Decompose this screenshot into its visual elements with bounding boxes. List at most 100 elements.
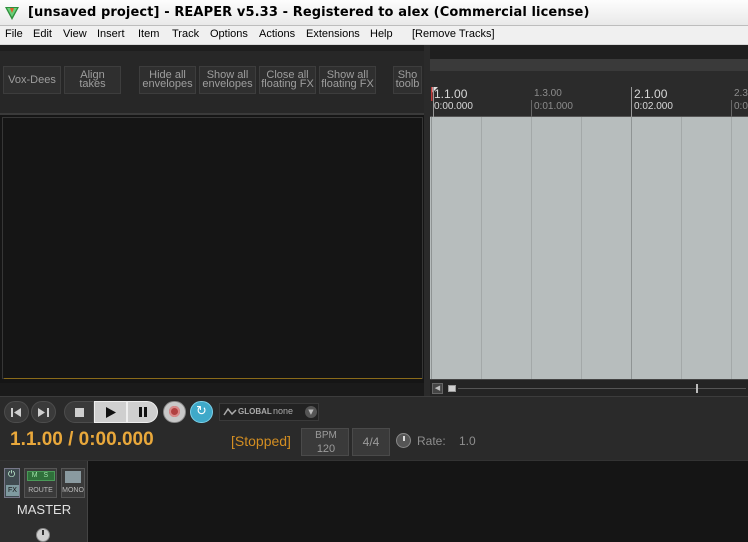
stop-icon bbox=[74, 407, 84, 417]
master-mono-button[interactable]: MONO bbox=[61, 468, 85, 498]
automation-envelope-icon bbox=[223, 407, 237, 416]
close-fx-label-2: floating FX bbox=[261, 78, 314, 90]
region-lane[interactable] bbox=[430, 59, 748, 71]
menu-item[interactable]: Item bbox=[138, 28, 159, 40]
grid-line bbox=[431, 117, 432, 379]
menu-insert[interactable]: Insert bbox=[97, 28, 125, 40]
menu-view[interactable]: View bbox=[63, 28, 87, 40]
arrange-view[interactable] bbox=[430, 117, 748, 379]
repeat-toggle-button[interactable]: ↻ bbox=[190, 401, 213, 423]
hide-all-envelopes-button[interactable]: Hide all envelopes bbox=[139, 66, 196, 94]
timeline-top-bar bbox=[430, 45, 748, 59]
play-button[interactable] bbox=[94, 401, 127, 423]
timeline-ruler[interactable] bbox=[430, 71, 748, 117]
ruler-bar-label: 1.1.00 bbox=[434, 87, 468, 101]
menu-bar: File Edit View Insert Item Track Options… bbox=[0, 26, 748, 45]
chevron-down-icon[interactable]: ▼ bbox=[305, 406, 317, 418]
power-icon[interactable]: ⏻ bbox=[8, 470, 15, 480]
mono-label: MONO bbox=[62, 487, 84, 494]
go-to-end-button[interactable] bbox=[31, 401, 56, 423]
align-takes-label-2: takes bbox=[79, 78, 106, 90]
ruler-time-label: 0:02.000 bbox=[634, 101, 673, 112]
loop-icon: ↻ bbox=[196, 404, 207, 419]
play-icon bbox=[105, 406, 116, 418]
reaper-window: [unsaved project] - REAPER v5.33 - Regis… bbox=[0, 0, 748, 542]
ruler-time-label: 0:01.000 bbox=[534, 101, 573, 112]
ruler-bar-label: 2.1.00 bbox=[634, 87, 668, 101]
rate-knob[interactable] bbox=[396, 433, 411, 448]
close-all-floating-fx-button[interactable]: Close all floating FX bbox=[259, 66, 316, 94]
grid-line bbox=[531, 117, 532, 379]
bpm-label: BPM bbox=[315, 430, 337, 441]
time-signature-box[interactable]: 4/4 bbox=[352, 428, 390, 456]
master-fx-button[interactable]: ⏻ FX bbox=[4, 468, 20, 498]
mixer-panel bbox=[0, 460, 748, 542]
pause-button[interactable] bbox=[127, 401, 158, 423]
reaper-logo-icon bbox=[5, 7, 19, 20]
skip-back-icon bbox=[11, 407, 21, 417]
show-toolbar-label-2: toolb bbox=[395, 78, 420, 90]
ruler-minor-tick bbox=[531, 100, 532, 117]
menu-options[interactable]: Options bbox=[210, 28, 248, 40]
align-takes-button[interactable]: Align takes bbox=[64, 66, 121, 94]
ruler-bar-label: 2.3 bbox=[734, 88, 748, 99]
menu-actions[interactable]: Actions bbox=[259, 28, 295, 40]
mono-icon bbox=[65, 471, 81, 483]
menu-extensions[interactable]: Extensions bbox=[306, 28, 360, 40]
rate-value[interactable]: 1.0 bbox=[459, 434, 476, 448]
toolbar-top-strip bbox=[0, 45, 428, 51]
grid-line bbox=[481, 117, 482, 379]
record-button[interactable] bbox=[163, 401, 186, 423]
window-title: [unsaved project] - REAPER v5.33 - Regis… bbox=[28, 5, 590, 20]
master-route-button[interactable]: M S ROUTE bbox=[24, 468, 57, 498]
title-bar: [unsaved project] - REAPER v5.33 - Regis… bbox=[0, 0, 748, 26]
time-position-display[interactable]: 1.1.00 / 0:00.000 bbox=[10, 429, 154, 451]
track-list-area[interactable] bbox=[2, 117, 423, 379]
rate-label: Rate: bbox=[417, 434, 446, 448]
vox-dees-label: Vox-Dees bbox=[8, 73, 56, 86]
hide-envelopes-label-2: envelopes bbox=[142, 78, 193, 90]
master-track-name: MASTER bbox=[16, 502, 72, 517]
menu-edit[interactable]: Edit bbox=[33, 28, 52, 40]
horizontal-scrollbar[interactable]: ◀ bbox=[430, 379, 748, 396]
route-label: ROUTE bbox=[28, 487, 53, 494]
show-all-envelopes-button[interactable]: Show all envelopes bbox=[199, 66, 256, 94]
scrollbar-track bbox=[458, 388, 746, 389]
play-state-label: [Stopped] bbox=[231, 433, 291, 449]
vox-dees-button[interactable]: Vox-Dees bbox=[3, 66, 61, 94]
show-envelopes-label-2: envelopes bbox=[202, 78, 253, 90]
bpm-value: 120 bbox=[316, 443, 336, 455]
global-value: none bbox=[273, 406, 294, 416]
grid-line bbox=[631, 117, 632, 379]
global-automation-mode[interactable]: GLOBAL none ▼ bbox=[219, 403, 319, 421]
show-fx-label-2: floating FX bbox=[321, 78, 374, 90]
show-all-floating-fx-button[interactable]: Show all floating FX bbox=[319, 66, 376, 94]
go-to-start-button[interactable] bbox=[4, 401, 29, 423]
master-volume-knob[interactable] bbox=[36, 528, 50, 542]
scrollbar-thumb[interactable] bbox=[448, 385, 456, 392]
ruler-major-tick bbox=[433, 87, 434, 117]
menu-remove-tracks[interactable]: [Remove Tracks] bbox=[412, 28, 495, 40]
scrollbar-marker bbox=[696, 384, 698, 393]
show-toolbar-button[interactable]: Sho toolb bbox=[393, 66, 422, 94]
menu-track[interactable]: Track bbox=[172, 28, 199, 40]
grid-line bbox=[731, 117, 732, 379]
track-list-end-line bbox=[4, 378, 422, 379]
global-label: GLOBAL bbox=[238, 407, 272, 416]
grid-line bbox=[681, 117, 682, 379]
scroll-left-icon[interactable]: ◀ bbox=[432, 383, 443, 394]
ruler-time-label: 0:00.000 bbox=[434, 101, 473, 112]
ruler-minor-tick bbox=[731, 100, 732, 117]
tempo-box[interactable]: BPM 120 bbox=[301, 428, 349, 456]
ruler-time-label: 0:0 bbox=[734, 101, 748, 112]
ruler-major-tick bbox=[631, 87, 632, 117]
menu-file[interactable]: File bbox=[5, 28, 23, 40]
menu-help[interactable]: Help bbox=[370, 28, 393, 40]
fx-label: FX bbox=[6, 485, 19, 496]
stop-button[interactable] bbox=[64, 401, 94, 423]
mute-solo-indicator[interactable]: M S bbox=[27, 471, 55, 481]
grid-line bbox=[581, 117, 582, 379]
pause-icon bbox=[138, 407, 147, 417]
ruler-bar-label: 1.3.00 bbox=[534, 88, 562, 99]
skip-forward-icon bbox=[38, 407, 49, 417]
